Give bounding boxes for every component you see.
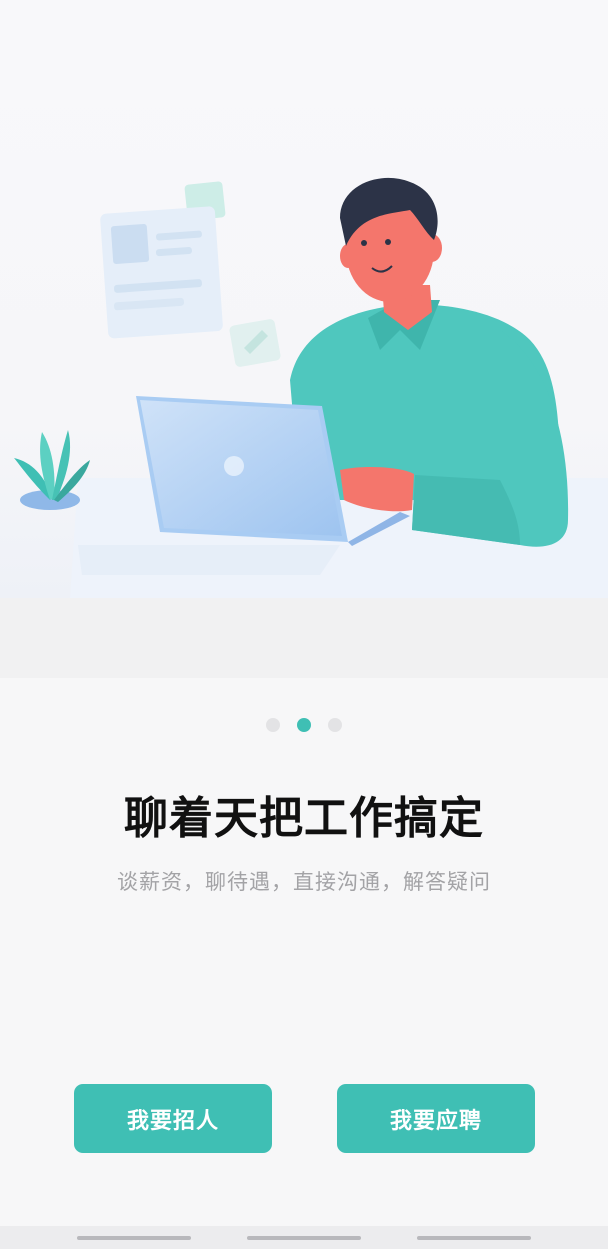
onboarding-subtitle: 谈薪资，聊待遇，直接沟通，解答疑问 [117, 870, 491, 894]
onboarding-title: 聊着天把工作搞定 [124, 793, 484, 844]
hero-band [0, 598, 608, 678]
onboarding-illustration [14, 177, 608, 598]
plant-illustration [14, 430, 90, 510]
apply-button[interactable]: 我要应聘 [337, 1084, 535, 1153]
page-dot-1[interactable] [266, 718, 280, 732]
recruit-button[interactable]: 我要招人 [74, 1084, 272, 1153]
resume-illustration [100, 181, 281, 367]
hero-illustration [0, 0, 608, 598]
page-indicator [0, 716, 608, 734]
nav-back-handle[interactable] [77, 1236, 191, 1240]
page-dot-2-active[interactable] [297, 718, 311, 732]
nav-home-handle[interactable] [247, 1236, 361, 1240]
page-dot-3[interactable] [328, 718, 342, 732]
nav-recents-handle[interactable] [417, 1236, 531, 1240]
